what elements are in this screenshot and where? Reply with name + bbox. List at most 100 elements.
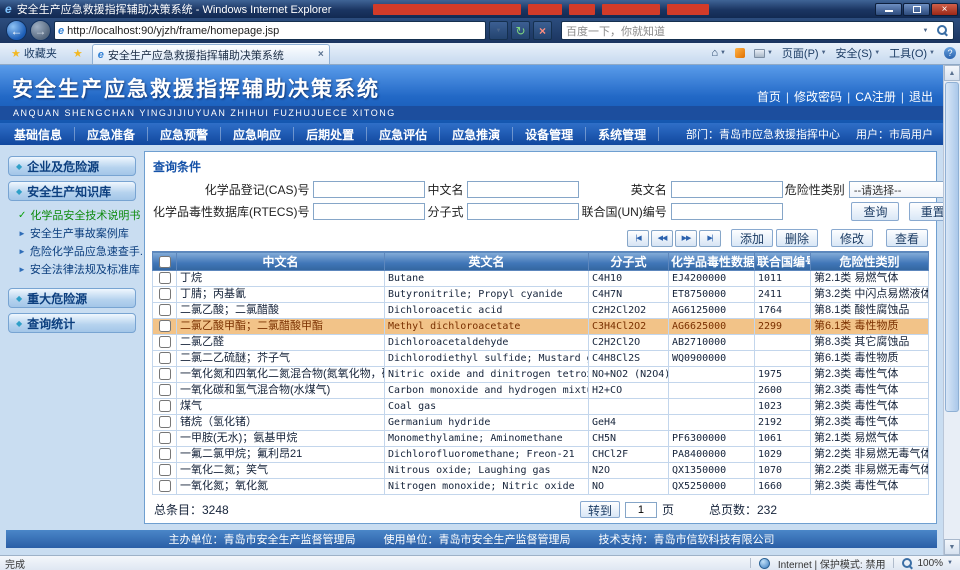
close-button[interactable]: × [931, 3, 958, 16]
header-link[interactable]: 首页 [757, 88, 781, 105]
command-page-menu[interactable]: 页面(P)▼ [782, 45, 827, 61]
search-box[interactable]: ▼ [561, 21, 954, 40]
command-safety-menu[interactable]: 安全(S)▼ [836, 45, 881, 61]
table-row[interactable]: 二氯二乙硫醚；芥子气 Dichlorodiethyl sulfide; Must… [153, 351, 929, 367]
address-dropdown-button[interactable]: ▼ [489, 21, 508, 40]
goto-page-input[interactable] [625, 502, 657, 518]
row-checkbox[interactable] [159, 400, 171, 412]
row-checkbox[interactable] [159, 464, 171, 476]
nav-item[interactable]: 后期处置 [294, 127, 367, 141]
row-checkbox[interactable] [159, 336, 171, 348]
table-row[interactable]: 二氯乙酸甲酯；二氯醋酸甲酯 Methyl dichloroacetate C3H… [153, 319, 929, 335]
table-row[interactable]: 锗烷（氢化锗） Germanium hydride GeH4 2192 第2.3… [153, 415, 929, 431]
sidebar-subitem[interactable]: ► 安全生产事故案例库 [18, 224, 138, 242]
search-input[interactable] [562, 25, 917, 37]
table-row[interactable]: 一氧化碳和氢气混合物(水煤气) Carbon monoxide and hydr… [153, 383, 929, 399]
sidebar-button[interactable]: ◆ 查询统计 [8, 313, 136, 333]
row-checkbox[interactable] [159, 480, 171, 492]
action-button[interactable]: 添加 [731, 229, 773, 247]
sidebar-button[interactable]: ◆ 企业及危险源 [8, 156, 136, 176]
command-tools-menu[interactable]: 工具(O)▼ [889, 45, 935, 61]
table-row[interactable]: 一氧化氮和四氧化二氮混合物(氮氧化物，硝气，氧化氮气体) Nitric oxid… [153, 367, 929, 383]
search-go-button[interactable] [934, 23, 951, 38]
row-checkbox[interactable] [159, 304, 171, 316]
header-link[interactable]: 退出 [896, 88, 933, 105]
column-header[interactable]: 联合国编号 [755, 252, 811, 271]
table-row[interactable]: 二氯乙酸；二氯醋酸 Dichloroacetic acid C2H2Cl2O2 … [153, 303, 929, 319]
sidebar-subitem[interactable]: ✓ 化学品安全技术说明书 [18, 206, 138, 224]
row-checkbox[interactable] [159, 448, 171, 460]
formula-input[interactable] [467, 203, 579, 220]
vertical-scrollbar[interactable]: ▲ ▼ [943, 65, 960, 555]
pager-button[interactable]: ▶| [699, 230, 721, 247]
column-header[interactable]: 分子式 [589, 252, 669, 271]
row-checkbox[interactable] [159, 416, 171, 428]
nav-item[interactable]: 应急响应 [221, 127, 294, 141]
nav-item[interactable]: 系统管理 [586, 127, 659, 141]
row-checkbox[interactable] [159, 352, 171, 364]
stop-button[interactable]: × [533, 21, 552, 40]
query-button[interactable]: 查询 [851, 202, 899, 221]
nav-item[interactable]: 应急推演 [440, 127, 513, 141]
cas-input[interactable] [313, 181, 425, 198]
maximize-button[interactable] [903, 3, 930, 16]
table-row[interactable]: 一氟二氯甲烷；氟利昂21 Dichlorofluoromethane; Freo… [153, 447, 929, 463]
header-link[interactable]: CA注册 [842, 88, 896, 105]
row-checkbox[interactable] [159, 288, 171, 300]
pager-button[interactable]: |◀ [627, 230, 649, 247]
goto-button[interactable]: 转到 [580, 501, 620, 518]
table-row[interactable]: 一甲胺(无水)；氨基甲烷 Monomethylamine; Aminometha… [153, 431, 929, 447]
browser-tab[interactable]: e 安全生产应急救援指挥辅助决策系统 × [92, 44, 330, 64]
pager-button[interactable]: ◀◀ [651, 230, 673, 247]
nav-item[interactable]: 应急预警 [148, 127, 221, 141]
search-dropdown-button[interactable]: ▼ [917, 23, 934, 38]
table-row[interactable]: 一氧化氮；氧化氮 Nitrogen monoxide; Nitric oxide… [153, 479, 929, 495]
table-row[interactable]: 二氯乙醛 Dichloroacetaldehyde C2H2Cl2O AB271… [153, 335, 929, 351]
column-header[interactable]: 中文名 [177, 252, 385, 271]
column-header[interactable]: 英文名 [385, 252, 589, 271]
un-number-input[interactable] [671, 203, 783, 220]
scroll-up-button[interactable]: ▲ [944, 65, 960, 81]
scrollbar-track[interactable] [944, 413, 960, 539]
rtecs-input[interactable] [313, 203, 425, 220]
nav-item[interactable]: 设备管理 [513, 127, 586, 141]
header-link[interactable]: 修改密码 [781, 88, 842, 105]
row-checkbox[interactable] [159, 272, 171, 284]
sidebar-subitem[interactable]: ► 安全法律法规及标准库 [18, 260, 138, 278]
back-button[interactable]: ← [6, 20, 27, 41]
home-button[interactable]: ⌂▼ [711, 47, 726, 59]
sidebar-button[interactable]: ◆ 安全生产知识库 [8, 181, 136, 201]
address-bar[interactable]: e [54, 21, 486, 40]
nav-item[interactable]: 应急准备 [75, 127, 148, 141]
scrollbar-thumb[interactable] [945, 82, 959, 412]
forward-button[interactable]: → [30, 20, 51, 41]
row-checkbox[interactable] [159, 320, 171, 332]
table-row[interactable]: 一氧化二氮；笑气 Nitrous oxide; Laughing gas N2O… [153, 463, 929, 479]
favorites-button[interactable]: ★ 收藏夹 [4, 44, 64, 62]
table-row[interactable]: 丁腈；丙基氰 Butyronitrile; Propyl cyanide C4H… [153, 287, 929, 303]
feeds-button[interactable] [735, 48, 745, 58]
tab-close-button[interactable]: × [318, 49, 324, 60]
table-row[interactable]: 丁烷 Butane C4H10 EJ4200000 1011 第2.1类 易燃气… [153, 271, 929, 287]
refresh-button[interactable]: ↻ [511, 21, 530, 40]
table-row[interactable]: 煤气 Coal gas 1023 第2.3类 毒性气体 [153, 399, 929, 415]
row-checkbox[interactable] [159, 384, 171, 396]
row-checkbox[interactable] [159, 432, 171, 444]
add-favorite-button[interactable]: ★ [66, 44, 90, 62]
help-button[interactable]: ? [944, 47, 956, 59]
row-checkbox[interactable] [159, 368, 171, 380]
action-button[interactable]: 修改 [831, 229, 873, 247]
minimize-button[interactable] [875, 3, 902, 16]
action-button[interactable]: 删除 [776, 229, 818, 247]
url-input[interactable] [67, 25, 482, 37]
sidebar-button[interactable]: ◆ 重大危险源 [8, 288, 136, 308]
zoom-control[interactable]: 100% ▼ [902, 558, 955, 569]
scroll-down-button[interactable]: ▼ [944, 539, 960, 555]
print-button[interactable]: ▼ [754, 49, 773, 58]
nav-item[interactable]: 应急评估 [367, 127, 440, 141]
sidebar-subitem[interactable]: ► 危险化学品应急速查手.. [18, 242, 138, 260]
en-name-input[interactable] [671, 181, 783, 198]
cn-name-input[interactable] [467, 181, 579, 198]
column-header[interactable]: 化学品毒性数据... [669, 252, 755, 271]
nav-item[interactable]: 基础信息 [2, 127, 75, 141]
